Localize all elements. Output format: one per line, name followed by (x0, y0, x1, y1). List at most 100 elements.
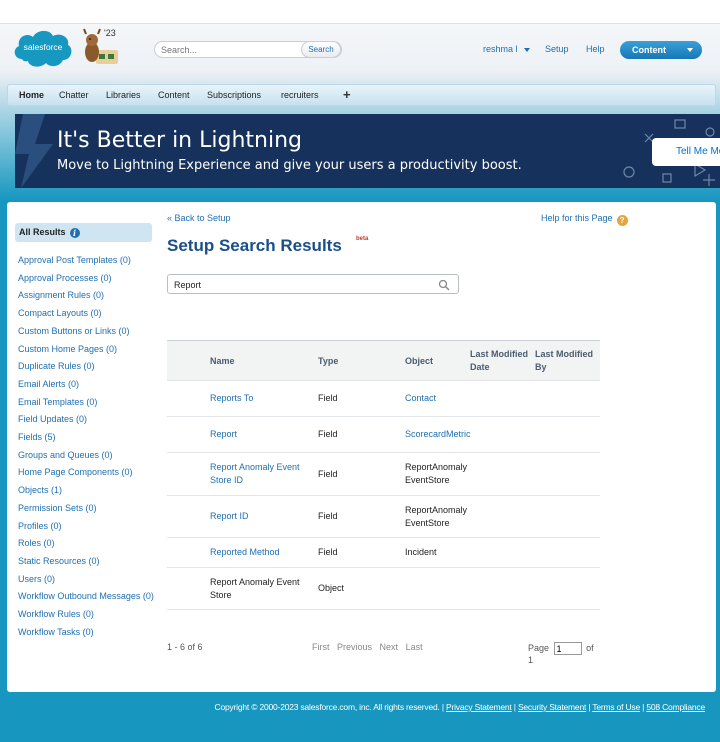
sidebar-item[interactable]: Home Page Components (0) (18, 464, 158, 482)
row-name: Report Anomaly Event Store (210, 576, 300, 600)
banner-title: It's Better in Lightning (57, 128, 302, 153)
row-object-link[interactable]: ScorecardMetric (405, 417, 471, 452)
table-row: Report Anomaly Event Store ID Field Repo… (167, 453, 600, 496)
sidebar-item[interactable]: Static Resources (0) (18, 553, 158, 571)
user-menu[interactable]: reshma l (483, 44, 530, 54)
tab-chatter[interactable]: Chatter (59, 90, 89, 100)
previous-page-link[interactable]: Previous (337, 642, 372, 652)
sidebar-item[interactable]: Approval Post Templates (0) (18, 252, 158, 270)
terms-of-use-link[interactable]: Terms of Use (592, 702, 640, 712)
tab-home[interactable]: Home (19, 90, 44, 100)
sidebar-item[interactable]: Workflow Tasks (0) (18, 624, 158, 642)
row-type: Object (318, 583, 345, 593)
copyright-text: Copyright © 2000-2023 salesforce.com, in… (214, 702, 445, 712)
main-panel: All Results i Approval Post Templates (0)… (7, 202, 716, 692)
sidebar-item[interactable]: Approval Processes (0) (18, 270, 158, 288)
back-to-setup-link[interactable]: « Back to Setup (167, 213, 231, 223)
global-search-input[interactable] (161, 43, 301, 56)
app-picker-label: Content (632, 45, 666, 55)
add-tab-icon[interactable]: + (343, 87, 351, 102)
next-page-link[interactable]: Next (380, 642, 399, 652)
lightning-bolt-icon (15, 114, 53, 188)
column-header-last-modified-date[interactable]: Last Modified Date (470, 341, 532, 381)
setup-link[interactable]: Setup (545, 44, 569, 54)
tab-subscriptions[interactable]: Subscriptions (207, 90, 261, 100)
all-results-label: All Results (19, 227, 66, 237)
row-type: Field (318, 547, 338, 557)
beta-badge: beta (356, 236, 369, 242)
table-row: Report Anomaly Event Store Object (167, 568, 600, 610)
last-page-link[interactable]: Last (406, 642, 423, 652)
sidebar-item[interactable]: Fields (5) (18, 429, 158, 447)
sidebar-item[interactable]: Custom Home Pages (0) (18, 341, 158, 359)
security-statement-link[interactable]: Security Statement (518, 702, 586, 712)
sidebar-item[interactable]: Objects (1) (18, 482, 158, 500)
chevron-down-icon (523, 47, 530, 52)
table-row: Reports To Field Contact (167, 381, 600, 417)
sidebar-item[interactable]: Email Alerts (0) (18, 376, 158, 394)
global-search-button[interactable]: Search (301, 41, 341, 58)
sidebar-item[interactable]: Assignment Rules (0) (18, 287, 158, 305)
column-header-name[interactable]: Name (210, 341, 310, 381)
sidebar-item[interactable]: Roles (0) (18, 535, 158, 553)
help-question-icon: ? (616, 215, 628, 226)
column-header-last-modified-by[interactable]: Last Modified By (535, 341, 597, 381)
sidebar-item[interactable]: Workflow Outbound Messages (0) (18, 588, 158, 606)
sidebar-item[interactable]: Duplicate Rules (0) (18, 358, 158, 376)
all-results-heading[interactable]: All Results i (15, 223, 152, 242)
row-name-link[interactable]: Report (210, 417, 310, 452)
sidebar-item[interactable]: Compact Layouts (0) (18, 305, 158, 323)
results-table: Name Type Object Last Modified Date Last… (167, 340, 600, 610)
pagination: 1 - 6 of 6 First Previous Next Last Page… (167, 642, 600, 665)
chevron-down-icon (687, 48, 693, 52)
508-compliance-link[interactable]: 508 Compliance (646, 702, 705, 712)
table-row: Report ID Field ReportAnomalyEventStore (167, 496, 600, 538)
row-name-link[interactable]: Reported Method (210, 538, 310, 567)
sidebar-item[interactable]: Profiles (0) (18, 518, 158, 536)
pagination-nav: First Previous Next Last (312, 642, 428, 652)
page-label: Page (528, 642, 550, 653)
header: salesforce '23 Search reshma l Setup Hel… (0, 24, 720, 82)
first-page-link[interactable]: First (312, 642, 330, 652)
tab-bar: Home Chatter Libraries Content Subscript… (7, 84, 716, 106)
user-name: reshma l (483, 44, 518, 54)
row-object: Incident (405, 547, 437, 557)
row-name-link[interactable]: Reports To (210, 381, 310, 416)
column-header-type[interactable]: Type (318, 341, 398, 381)
footer: Copyright © 2000-2023 salesforce.com, in… (214, 702, 706, 712)
page-selector: Page of 1 (528, 642, 600, 665)
tell-me-more-button[interactable]: Tell Me More (652, 138, 720, 166)
tab-libraries[interactable]: Libraries (106, 90, 141, 100)
row-name-link[interactable]: Report Anomaly Event Store ID (210, 453, 310, 495)
row-type: Field (318, 429, 338, 439)
sidebar-item[interactable]: Workflow Rules (0) (18, 606, 158, 624)
help-for-page-label: Help for this Page (541, 213, 613, 223)
privacy-statement-link[interactable]: Privacy Statement (446, 702, 512, 712)
sidebar-item[interactable]: Custom Buttons or Links (0) (18, 323, 158, 341)
row-type: Field (318, 393, 338, 403)
row-type: Field (318, 468, 338, 479)
help-link[interactable]: Help (586, 44, 605, 54)
table-row: Reported Method Field Incident (167, 538, 600, 568)
top-strip (0, 0, 720, 24)
sidebar-item[interactable]: Groups and Queues (0) (18, 447, 158, 465)
sidebar-item[interactable]: Field Updates (0) (18, 411, 158, 429)
sidebar-item[interactable]: Users (0) (18, 571, 158, 589)
result-category-list: Approval Post Templates (0) Approval Pro… (18, 252, 158, 642)
results-search-input[interactable] (174, 278, 424, 291)
row-type: Field (318, 511, 338, 521)
result-count: 1 - 6 of 6 (167, 642, 203, 652)
row-object-link[interactable]: Contact (405, 381, 471, 416)
page-number-input[interactable] (553, 642, 582, 655)
search-icon[interactable] (438, 279, 450, 291)
help-for-page-link[interactable]: Help for this Page? (541, 213, 628, 226)
column-header-object[interactable]: Object (405, 341, 471, 381)
tab-recruiters[interactable]: recruiters (281, 90, 319, 100)
sidebar-item[interactable]: Email Templates (0) (18, 394, 158, 412)
global-search: Search (154, 41, 342, 58)
salesforce-logo[interactable]: salesforce (12, 27, 74, 69)
sidebar-item[interactable]: Permission Sets (0) (18, 500, 158, 518)
tab-content[interactable]: Content (158, 90, 190, 100)
app-picker[interactable]: Content (620, 41, 702, 59)
row-name-link[interactable]: Report ID (210, 496, 310, 537)
